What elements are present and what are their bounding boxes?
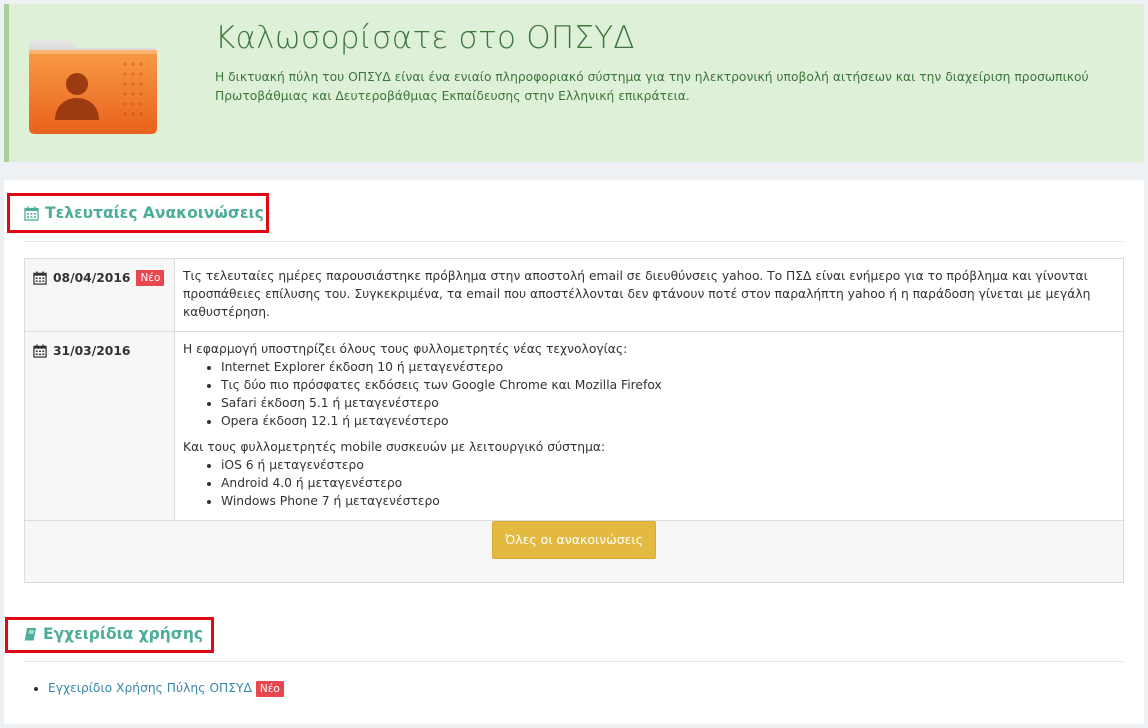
browser-list: Internet Explorer έκδοση 10 ή μεταγενέστ…	[221, 358, 1113, 430]
mobile-list: iOS 6 ή μεταγενέστερο Android 4.0 ή μετα…	[221, 456, 1113, 510]
table-footer: Όλες οι ανακοινώσεις	[24, 520, 1124, 583]
announcements-heading-label: Τελευταίες Ανακοινώσεις	[45, 204, 264, 222]
manual-link[interactable]: Εγχειρίδιο Χρήσης Πύλης ΟΠΣΥΔ	[48, 681, 252, 695]
manuals-list: Εγχειρίδιο Χρήσης Πύλης ΟΠΣΥΔ Νέο	[48, 681, 284, 697]
list-item: Internet Explorer έκδοση 10 ή μεταγενέστ…	[221, 358, 1113, 376]
table-row: 08/04/2016 Νέο Τις τελευταίες ημέρες παρ…	[24, 258, 1124, 332]
announcement-text: Τις τελευταίες ημέρες παρουσιάστηκε πρόβ…	[174, 258, 1124, 332]
mobile-support-intro: Και τους φυλλομετρητές mobile συσκευών μ…	[183, 440, 606, 454]
page-title: Καλωσορίσατε στο ΟΠΣΥΔ	[215, 20, 635, 56]
list-item: Opera έκδοση 12.1 ή μεταγενέστερο	[221, 412, 1113, 430]
manuals-heading: Εγχειρίδια χρήσης	[24, 625, 203, 643]
new-badge: Νέο	[255, 681, 284, 697]
divider	[24, 661, 1124, 662]
content-panel: Τελευταίες Ανακοινώσεις 08/04/2016 Νέο Τ…	[4, 180, 1144, 724]
welcome-banner: Καλωσορίσατε στο ΟΠΣΥΔ Η δικτυακή πύλη τ…	[4, 4, 1144, 162]
list-item: Safari έκδοση 5.1 ή μεταγενέστερο	[221, 394, 1113, 412]
announcement-date: 31/03/2016	[53, 344, 131, 358]
calendar-icon	[24, 206, 39, 221]
announcements-table: 08/04/2016 Νέο Τις τελευταίες ημέρες παρ…	[24, 258, 1124, 583]
book-icon	[24, 628, 36, 641]
manuals-heading-label: Εγχειρίδια χρήσης	[43, 625, 204, 643]
list-item: Εγχειρίδιο Χρήσης Πύλης ΟΠΣΥΔ Νέο	[48, 681, 284, 697]
announcement-body: Η εφαρμογή υποστηρίζει όλους τους φυλλομ…	[174, 331, 1124, 521]
table-footer-row: Όλες οι ανακοινώσεις	[24, 520, 1124, 583]
announcement-date: 08/04/2016	[53, 271, 131, 285]
table-row: 31/03/2016 Η εφαρμογή υποστηρίζει όλους …	[24, 331, 1124, 521]
announcement-date-cell: 31/03/2016	[24, 331, 175, 521]
welcome-description: Η δικτυακή πύλη του ΟΠΣΥΔ είναι ένα ενια…	[215, 70, 1089, 103]
list-item: iOS 6 ή μεταγενέστερο	[221, 456, 1113, 474]
user-folder-icon	[29, 40, 157, 134]
divider	[24, 241, 1124, 242]
announcement-date-cell: 08/04/2016 Νέο	[24, 258, 175, 332]
announcements-heading: Τελευταίες Ανακοινώσεις	[24, 204, 264, 222]
list-item: Android 4.0 ή μεταγενέστερο	[221, 474, 1113, 492]
browser-support-intro: Η εφαρμογή υποστηρίζει όλους τους φυλλομ…	[183, 342, 628, 356]
calendar-icon	[33, 344, 47, 358]
list-item: Windows Phone 7 ή μεταγενέστερο	[221, 492, 1113, 510]
new-badge: Νέο	[136, 270, 165, 286]
all-announcements-button[interactable]: Όλες οι ανακοινώσεις	[492, 521, 656, 559]
calendar-icon	[33, 271, 47, 285]
list-item: Τις δύο πιο πρόσφατες εκδόσεις των Googl…	[221, 376, 1113, 394]
